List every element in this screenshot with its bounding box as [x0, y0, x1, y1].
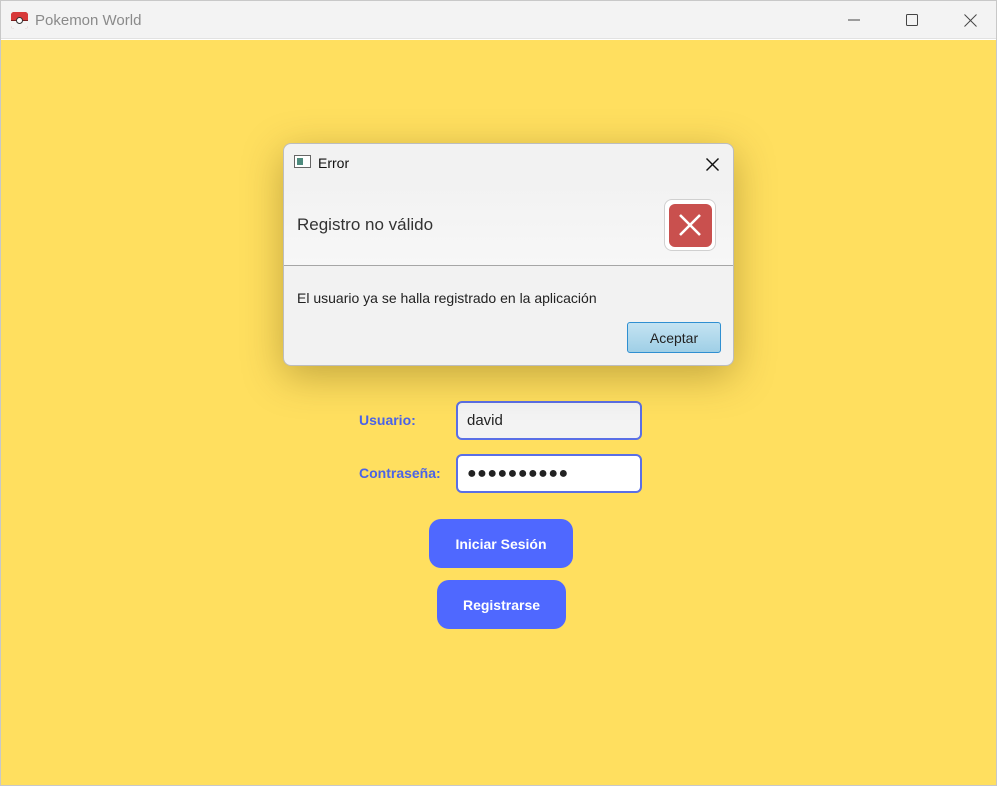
dialog-title: Error	[318, 155, 350, 171]
close-window-button[interactable]	[947, 1, 993, 39]
pokeball-icon	[11, 12, 28, 29]
error-dialog: Error Registro no válido El usuario ya s…	[283, 143, 734, 366]
close-icon	[963, 13, 977, 27]
maximize-button[interactable]	[889, 1, 935, 39]
minimize-icon	[848, 19, 860, 21]
dialog-heading: Registro no válido	[297, 215, 434, 234]
window-icon	[294, 155, 311, 168]
password-label: Contraseña:	[359, 465, 441, 481]
dialog-header: Registro no válido	[284, 182, 733, 266]
dialog-message: El usuario ya se halla registrado en la …	[297, 290, 597, 306]
error-icon	[664, 199, 716, 251]
dialog-titlebar[interactable]: Error	[284, 144, 733, 182]
window-titlebar[interactable]: Pokemon World	[1, 1, 996, 39]
password-input[interactable]: ●●●●●●●●●●	[456, 454, 642, 493]
username-input[interactable]: david	[456, 401, 642, 440]
window-title: Pokemon World	[35, 12, 142, 29]
dialog-close-button[interactable]	[700, 153, 724, 175]
app-window: Pokemon World Usuario: david Contraseña:…	[0, 0, 997, 786]
register-button[interactable]: Registrarse	[437, 580, 566, 629]
username-label: Usuario:	[359, 412, 416, 428]
maximize-icon	[906, 14, 918, 26]
close-icon	[705, 157, 719, 171]
ok-button[interactable]: Aceptar	[627, 322, 721, 353]
login-button[interactable]: Iniciar Sesión	[429, 519, 573, 568]
minimize-button[interactable]	[831, 1, 877, 39]
